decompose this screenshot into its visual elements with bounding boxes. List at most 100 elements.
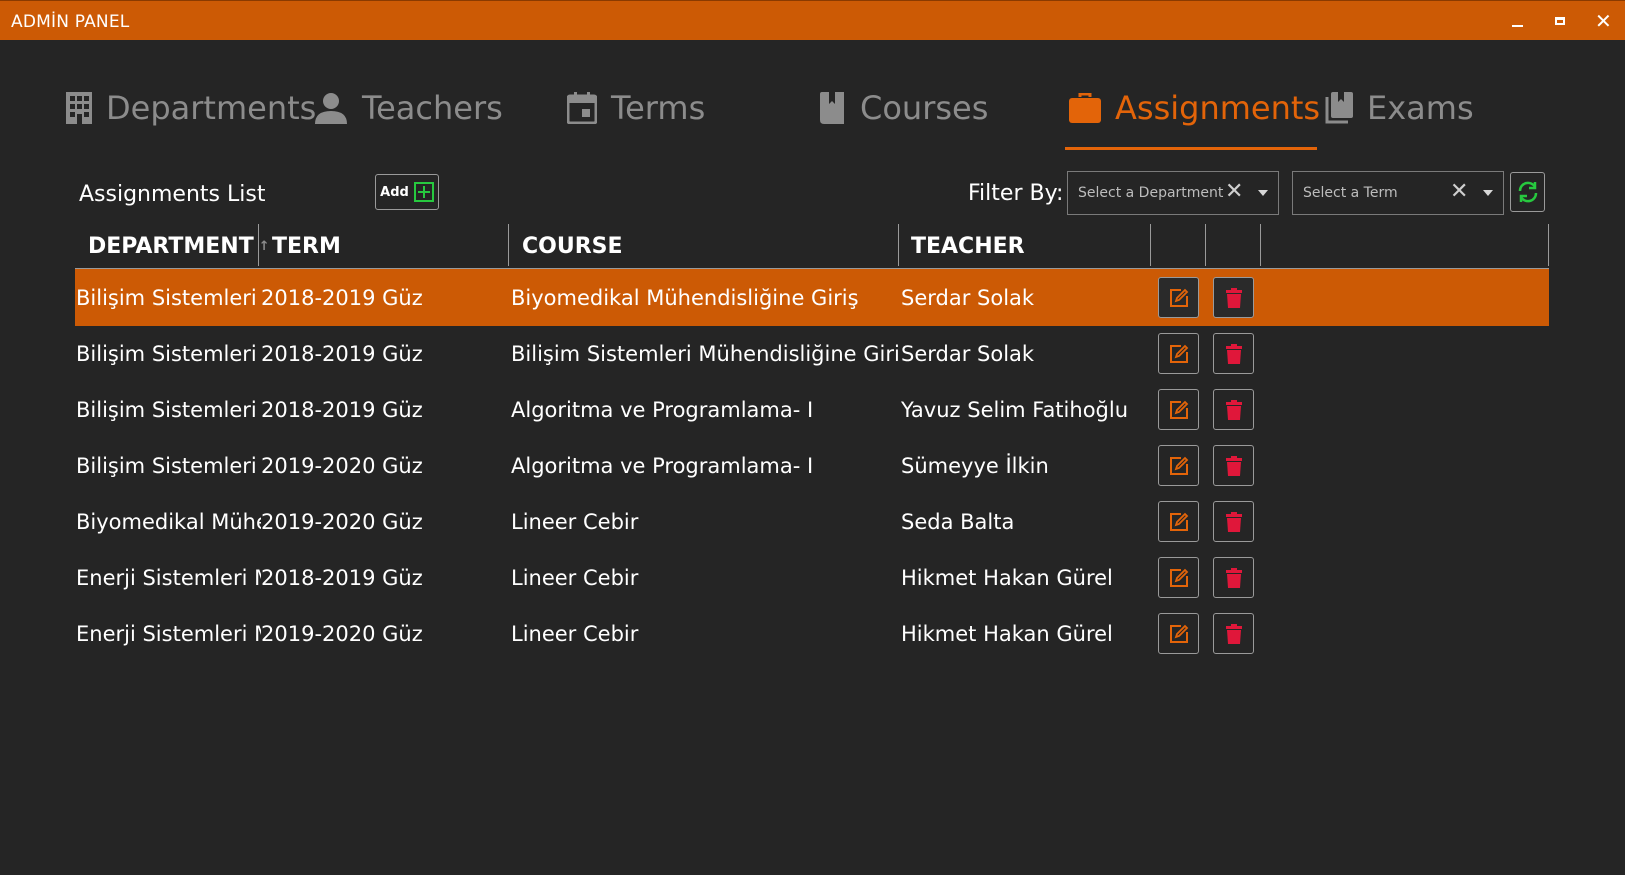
course-cell: Lineer Cebir — [511, 621, 639, 646]
tab-departments[interactable]: Departments — [66, 86, 316, 130]
table-row[interactable]: Bilişim Sistemleri M 2018-2019 Güz Biliş… — [75, 325, 1549, 382]
term-cell: 2019-2020 Güz — [261, 509, 423, 534]
delete-button[interactable] — [1213, 501, 1254, 542]
term-select-placeholder: Select a Term — [1303, 185, 1398, 201]
refresh-icon — [1518, 181, 1537, 203]
edit-icon — [1169, 400, 1188, 419]
column-divider[interactable] — [1150, 224, 1151, 266]
edit-button[interactable] — [1158, 445, 1199, 486]
edit-button[interactable] — [1158, 333, 1199, 374]
edit-icon — [1169, 568, 1188, 587]
term-cell: 2018-2019 Güz — [261, 285, 423, 310]
department-cell: Bilişim Sistemleri M — [76, 285, 261, 310]
department-cell: Enerji Sistemleri Mühendisliği — [76, 565, 261, 590]
department-cell: Bilişim Sistemleri M — [76, 453, 261, 478]
title-bar: ADMİN PANEL ✕ — [0, 0, 1625, 40]
delete-button[interactable] — [1213, 613, 1254, 654]
column-divider[interactable] — [508, 224, 509, 266]
add-label: Add — [380, 184, 409, 200]
department-select-placeholder: Select a Department — [1078, 185, 1224, 201]
edit-button[interactable] — [1158, 389, 1199, 430]
teacher-cell: Seda Balta — [901, 509, 1015, 534]
trash-icon — [1225, 511, 1242, 532]
table-row[interactable]: Biyomedikal Mühendisliği 2019-2020 Güz L… — [75, 493, 1549, 550]
maximize-button[interactable] — [1546, 9, 1574, 33]
course-cell: Bilişim Sistemleri Mühendisliğine Giriş — [511, 341, 901, 366]
term-cell: 2018-2019 Güz — [261, 397, 423, 422]
column-header-department[interactable]: DEPARTMENT ↑ — [88, 224, 270, 268]
delete-button[interactable] — [1213, 389, 1254, 430]
column-divider[interactable] — [258, 224, 259, 266]
tab-label: Exams — [1367, 89, 1474, 127]
minimize-icon — [1512, 25, 1523, 27]
tab-label: Terms — [611, 89, 706, 127]
tab-teachers[interactable]: Teachers — [314, 86, 503, 130]
minimize-button[interactable] — [1503, 9, 1531, 33]
table-row[interactable]: Bilişim Sistemleri M 2019-2020 Güz Algor… — [75, 437, 1549, 494]
clear-department-icon[interactable]: ✕ — [1225, 179, 1243, 204]
tab-label: Teachers — [362, 89, 503, 127]
edit-button[interactable] — [1158, 501, 1199, 542]
course-cell: Lineer Cebir — [511, 565, 639, 590]
column-header-label: DEPARTMENT — [88, 233, 254, 259]
delete-button[interactable] — [1213, 333, 1254, 374]
edit-button[interactable] — [1158, 277, 1199, 318]
column-header-label: COURSE — [522, 233, 623, 259]
course-cell: Algoritma ve Programlama- I — [511, 453, 814, 478]
tab-label: Assignments — [1115, 89, 1321, 127]
tab-exams[interactable]: Exams — [1323, 86, 1474, 130]
close-icon: ✕ — [1595, 9, 1612, 33]
window-title: ADMİN PANEL — [11, 12, 130, 32]
term-cell: 2018-2019 Güz — [261, 341, 423, 366]
column-divider[interactable] — [1205, 224, 1206, 266]
trash-icon — [1225, 567, 1242, 588]
table-row[interactable]: Enerji Sistemleri Mühendisliği 2019-2020… — [75, 605, 1549, 662]
edit-icon — [1169, 288, 1188, 307]
edit-icon — [1169, 512, 1188, 531]
column-header-label: TEACHER — [911, 233, 1025, 259]
edit-icon — [1169, 456, 1188, 475]
teacher-cell: Hikmet Hakan Gürel — [901, 621, 1113, 646]
term-select[interactable]: Select a Term ✕ — [1292, 171, 1504, 215]
trash-icon — [1225, 287, 1242, 308]
teacher-cell: Serdar Solak — [901, 285, 1035, 310]
tab-terms[interactable]: Terms — [567, 86, 705, 130]
delete-button[interactable] — [1213, 445, 1254, 486]
edit-button[interactable] — [1158, 557, 1199, 598]
table-row[interactable]: Bilişim Sistemleri M 2018-2019 Güz Biyom… — [75, 269, 1549, 326]
table-row[interactable]: Bilişim Sistemleri M 2018-2019 Güz Algor… — [75, 381, 1549, 438]
building-icon — [66, 92, 92, 124]
term-cell: 2019-2020 Güz — [261, 453, 423, 478]
tab-label: Courses — [860, 89, 989, 127]
clear-term-icon[interactable]: ✕ — [1450, 179, 1468, 204]
refresh-button[interactable] — [1510, 172, 1545, 212]
tab-label: Departments — [106, 89, 317, 127]
column-header-course[interactable]: COURSE — [522, 224, 623, 268]
list-title: Assignments List — [79, 182, 266, 207]
chevron-down-icon[interactable] — [1258, 190, 1268, 196]
books-icon — [1325, 92, 1353, 124]
column-divider[interactable] — [1260, 224, 1261, 266]
tab-courses[interactable]: Courses — [820, 86, 988, 130]
table-row[interactable]: Enerji Sistemleri Mühendisliği 2018-2019… — [75, 549, 1549, 606]
sort-ascending-icon: ↑ — [258, 238, 270, 254]
chevron-down-icon[interactable] — [1483, 190, 1493, 196]
column-header-teacher[interactable]: TEACHER — [911, 224, 1025, 268]
add-button[interactable]: Add — [375, 174, 439, 210]
delete-button[interactable] — [1213, 277, 1254, 318]
delete-button[interactable] — [1213, 557, 1254, 598]
column-divider[interactable] — [898, 224, 899, 266]
teacher-cell: Hikmet Hakan Gürel — [901, 565, 1113, 590]
edit-button[interactable] — [1158, 613, 1199, 654]
calendar-icon — [567, 92, 597, 124]
maximize-icon — [1555, 17, 1565, 25]
trash-icon — [1225, 343, 1242, 364]
column-header-term[interactable]: TERM — [272, 224, 341, 268]
teacher-cell: Serdar Solak — [901, 341, 1035, 366]
tab-assignments[interactable]: Assignments — [1069, 86, 1320, 130]
department-select[interactable]: Select a Department ✕ — [1067, 171, 1279, 215]
department-cell: Biyomedikal Mühendisliği — [76, 509, 261, 534]
filter-label: Filter By: — [968, 181, 1064, 206]
close-button[interactable]: ✕ — [1589, 9, 1617, 33]
department-cell: Enerji Sistemleri Mühendisliği — [76, 621, 261, 646]
